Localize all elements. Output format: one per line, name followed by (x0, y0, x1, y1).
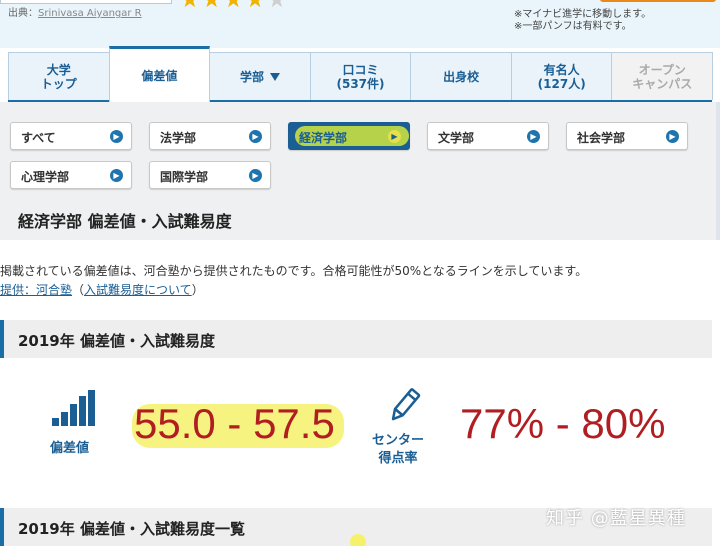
tab-label: オープン (638, 62, 686, 77)
tab-label: 出身校 (443, 69, 480, 84)
center-score-label: センター 得点率 (372, 432, 424, 468)
tab-famous-people[interactable]: 有名人 (127人) (510, 52, 613, 100)
section-title: 経済学部 偏差値・入試難易度 (18, 212, 232, 231)
university-tabs: 大学 トップ 偏差値 学部 口コミ (537件) 出身校 有名人 (127人) オープ… (8, 46, 714, 102)
hensachi-range: 55.0 - 57.5 (134, 400, 335, 447)
arrow-right-icon: ▶ (527, 130, 540, 143)
tab-count: (127人) (537, 76, 586, 91)
tab-label: キャンパス (632, 76, 693, 91)
faculty-label: 法学部 (160, 131, 197, 145)
tab-alma-mater[interactable]: 出身校 (410, 52, 512, 100)
faculty-label: 社会学部 (577, 131, 626, 145)
star-empty-icon: ★ (266, 0, 289, 13)
arrow-right-icon: ▶ (388, 130, 401, 143)
center-score-range: 77% - 80% (460, 400, 666, 447)
arrow-right-icon: ▶ (666, 130, 679, 143)
rating-stars: ★★★★★ (180, 0, 289, 13)
faculty-label: 国際学部 (160, 170, 209, 184)
paren-open: （ (72, 283, 85, 297)
arrow-right-icon: ▶ (249, 130, 262, 143)
arrow-right-icon: ▶ (249, 169, 262, 182)
faculty-button-letters[interactable]: 文学部 ▶ (427, 122, 549, 150)
credit-prefix: 出典： (8, 8, 38, 19)
faculty-button-international[interactable]: 国際学部 ▶ (149, 161, 271, 189)
star-icon: ★ (223, 0, 246, 13)
center-label-line: 得点率 (378, 451, 418, 466)
about-difficulty-link[interactable]: 入試難易度について (84, 283, 192, 297)
watermark: 知乎 @藍星異種 (546, 508, 686, 529)
star-icon: ★ (180, 0, 202, 13)
photo-credit: 出典：Srinivasa Aiyangar R (8, 4, 142, 19)
arrow-right-icon: ▶ (110, 130, 123, 143)
tab-faculty[interactable]: 学部 (209, 52, 311, 100)
arrow-right-icon: ▶ (110, 169, 123, 182)
highlight-mark (350, 534, 366, 546)
tab-open-campus: オープン キャンパス (611, 52, 714, 100)
year-header: 2019年 偏差値・入試難易度 (0, 320, 712, 358)
year-list-header-title: 2019年 偏差値・入試難易度一覧 (18, 520, 245, 538)
tab-reviews[interactable]: 口コミ (537件) (309, 52, 412, 100)
faculty-label: 経済学部 (299, 131, 348, 145)
tab-university-top[interactable]: 大学 トップ (8, 52, 110, 100)
tab-label: 学部 (239, 69, 264, 84)
tab-count: (537件) (336, 76, 385, 91)
tab-label: トップ (40, 76, 77, 91)
faculty-label: 文学部 (438, 131, 475, 145)
tab-hensachi[interactable]: 偏差値 (108, 46, 211, 102)
center-label-line: センター (372, 433, 425, 448)
pamphlet-button[interactable] (600, 0, 716, 2)
hensachi-description: 掲載されている偏差値は、河合塾から提供されたものです。合格可能性が50%となるラ… (0, 264, 588, 278)
paren-close: ） (191, 283, 204, 297)
faculty-button-psychology[interactable]: 心理学部 ▶ (10, 161, 132, 189)
bar-chart-icon (52, 390, 95, 426)
credit-link[interactable]: Srinivasa Aiyangar R (38, 8, 142, 19)
year-header-title: 2019年 偏差値・入試難易度 (18, 332, 215, 350)
provider-link[interactable]: 提供：河合塾 (0, 283, 72, 297)
faculty-button-all[interactable]: すべて ▶ (10, 122, 132, 150)
faculty-button-law[interactable]: 法学部 ▶ (149, 122, 271, 150)
tab-label: 偏差値 (141, 68, 178, 83)
pencil-icon (391, 388, 421, 421)
tab-label: 大学 (46, 62, 71, 77)
faculty-label: 心理学部 (21, 170, 70, 184)
tab-label: 口コミ (342, 62, 379, 77)
source-links: 提供：河合塾（入試難易度について） (0, 281, 204, 298)
faculty-label: すべて (21, 131, 56, 145)
triangle-down-icon (269, 72, 280, 81)
faculty-button-sociology[interactable]: 社会学部 ▶ (566, 122, 688, 150)
note-paid: ※一部パンフは有料です。 (514, 21, 632, 32)
faculty-button-economics[interactable]: 経済学部 ▶ (288, 122, 410, 150)
tab-label: 有名人 (543, 62, 580, 77)
star-icon: ★ (245, 0, 267, 13)
star-icon: ★ (201, 0, 224, 13)
hensachi-label: 偏差値 (50, 441, 90, 456)
